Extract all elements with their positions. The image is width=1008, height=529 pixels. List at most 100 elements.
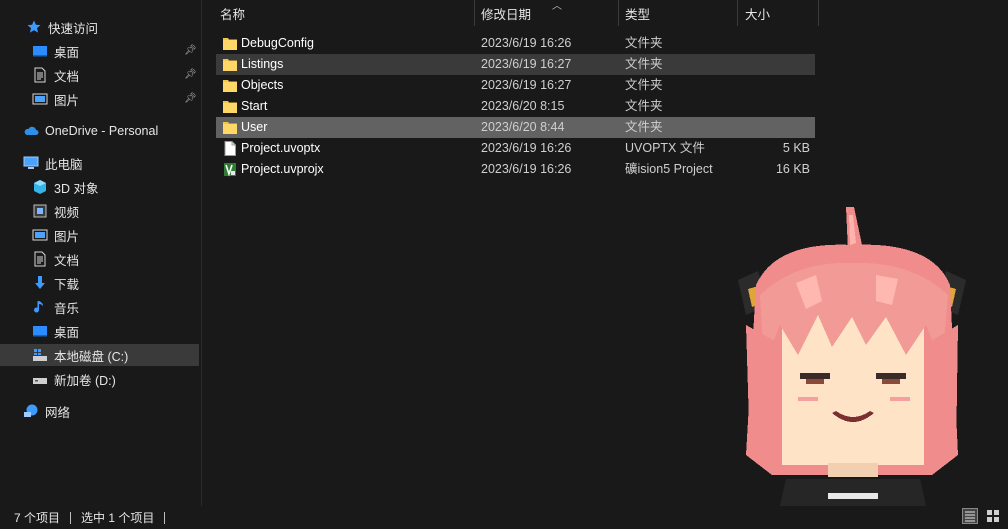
nav-label: 桌面 xyxy=(54,45,80,60)
windows-drive-icon xyxy=(32,347,48,363)
item-count: 7 个项目 xyxy=(14,511,61,525)
nav-item-music[interactable]: 音乐 xyxy=(0,296,199,318)
nav-item-downloads[interactable]: 下载 xyxy=(0,272,199,294)
file-date: 2023/6/19 16:26 xyxy=(481,162,572,176)
file-type: 文件夹 xyxy=(625,57,663,71)
music-icon xyxy=(32,299,48,315)
nav-label: 网络 xyxy=(45,405,71,420)
nav-item-desktop[interactable]: 桌面 xyxy=(0,320,199,342)
folder-icon xyxy=(223,57,237,72)
picture-icon xyxy=(32,227,48,243)
document-icon xyxy=(32,67,48,83)
nav-label: 视频 xyxy=(54,205,80,220)
pane-divider[interactable] xyxy=(201,0,202,506)
file-row[interactable]: Objects 2023/6/19 16:27 文件夹 xyxy=(216,75,815,96)
navigation-pane: 快速访问 桌面 📌︎ 文档 📌︎ 图片 📌︎ OneDrive - Person… xyxy=(0,0,201,506)
file-name: User xyxy=(241,120,268,134)
file-row[interactable]: Listings 2023/6/19 16:27 文件夹 xyxy=(216,54,815,75)
nav-label: 3D 对象 xyxy=(54,181,99,196)
large-icons-view-button[interactable] xyxy=(985,508,1001,524)
pin-icon[interactable]: 📌︎ xyxy=(184,69,197,81)
nav-item-documents[interactable]: 文档 xyxy=(0,248,199,270)
file-name: Listings xyxy=(241,57,284,71)
file-date: 2023/6/20 8:44 xyxy=(481,120,565,134)
file-date: 2023/6/19 16:26 xyxy=(481,141,572,155)
nav-label: 文档 xyxy=(54,253,80,268)
pin-icon[interactable]: 📌︎ xyxy=(184,45,197,57)
nav-label: 音乐 xyxy=(54,301,80,316)
drive-icon xyxy=(32,371,48,387)
file-type: 文件夹 xyxy=(625,120,663,134)
nav-label: 快速访问 xyxy=(48,21,99,36)
column-separator[interactable] xyxy=(618,0,619,26)
file-row[interactable]: Start 2023/6/20 8:15 文件夹 xyxy=(216,96,815,117)
anime-girl-sticker xyxy=(736,205,968,506)
nav-label: 下载 xyxy=(54,277,80,292)
file-type: 文件夹 xyxy=(625,99,663,113)
star-icon xyxy=(26,19,42,35)
nav-label: 图片 xyxy=(54,229,80,244)
selection-count: 选中 1 个项目 xyxy=(81,511,155,525)
file-type: 文件夹 xyxy=(625,36,663,50)
cloud-icon xyxy=(23,123,39,139)
nav-label: 文档 xyxy=(54,69,80,84)
nav-item-3d-objects[interactable]: 3D 对象 xyxy=(0,176,199,198)
folder-icon xyxy=(223,99,237,114)
column-header-date[interactable]: 修改日期 xyxy=(481,0,531,26)
status-bar: 7 个项目 选中 1 个项目 xyxy=(0,506,1008,529)
file-size: 5 KB xyxy=(782,141,810,155)
column-separator[interactable] xyxy=(474,0,475,26)
column-separator[interactable] xyxy=(737,0,738,26)
file-row[interactable]: Project.uvprojx 2023/6/19 16:26 礦ision5 … xyxy=(216,159,815,180)
column-header-type[interactable]: 类型 xyxy=(625,0,650,26)
computer-icon xyxy=(23,155,39,171)
nav-this-pc[interactable]: 此电脑 xyxy=(0,152,199,174)
file-name: Objects xyxy=(241,78,284,92)
keil-project-icon xyxy=(223,162,237,177)
details-view-button[interactable] xyxy=(962,508,978,524)
file-name: Project.uvprojx xyxy=(241,162,324,176)
column-header-bar: ︿ 名称 修改日期 类型 大小 xyxy=(213,0,819,26)
document-icon xyxy=(32,251,48,267)
nav-item-pictures-quick[interactable]: 图片 📌︎ xyxy=(0,88,199,110)
file-size: 16 KB xyxy=(775,162,810,176)
network-icon xyxy=(23,403,39,419)
file-row-selected[interactable]: User 2023/6/20 8:44 文件夹 xyxy=(216,117,815,138)
nav-item-desktop-quick[interactable]: 桌面 📌︎ xyxy=(0,40,199,62)
column-header-size[interactable]: 大小 xyxy=(745,0,770,26)
file-row[interactable]: Project.uvoptx 2023/6/19 16:26 UVOPTX 文件… xyxy=(216,138,815,159)
file-type: UVOPTX 文件 xyxy=(625,141,705,155)
file-icon xyxy=(223,141,237,156)
3d-object-icon xyxy=(32,179,48,195)
file-type: 礦ision5 Project xyxy=(625,162,713,176)
nav-item-documents-quick[interactable]: 文档 📌︎ xyxy=(0,64,199,86)
file-type: 文件夹 xyxy=(625,78,663,92)
file-name: Start xyxy=(241,99,268,113)
folder-icon xyxy=(223,36,237,51)
nav-item-videos[interactable]: 视频 xyxy=(0,200,199,222)
pin-icon[interactable]: 📌︎ xyxy=(184,93,197,105)
nav-label: 桌面 xyxy=(54,325,80,340)
nav-quick-access[interactable]: 快速访问 xyxy=(0,16,199,38)
nav-label: 图片 xyxy=(54,93,80,108)
download-icon xyxy=(32,275,48,291)
column-header-name[interactable]: 名称 xyxy=(220,0,245,26)
file-name: Project.uvoptx xyxy=(241,141,321,155)
file-row[interactable]: DebugConfig 2023/6/19 16:26 文件夹 xyxy=(216,33,815,54)
file-date: 2023/6/19 16:27 xyxy=(481,78,572,92)
file-name: DebugConfig xyxy=(241,36,314,50)
desktop-icon xyxy=(32,43,48,59)
status-separator xyxy=(164,511,166,524)
nav-item-drive-d[interactable]: 新加卷 (D:) xyxy=(0,368,199,390)
picture-icon xyxy=(32,91,48,107)
video-icon xyxy=(32,203,48,219)
file-date: 2023/6/20 8:15 xyxy=(481,99,565,113)
nav-item-drive-c[interactable]: 本地磁盘 (C:) xyxy=(0,344,199,366)
nav-label: 此电脑 xyxy=(45,157,83,172)
nav-onedrive[interactable]: OneDrive - Personal xyxy=(0,120,199,142)
nav-item-pictures[interactable]: 图片 xyxy=(0,224,199,246)
column-separator[interactable] xyxy=(818,0,819,26)
nav-network[interactable]: 网络 xyxy=(0,400,199,422)
desktop-icon xyxy=(32,323,48,339)
nav-label: 新加卷 (D:) xyxy=(54,373,116,388)
